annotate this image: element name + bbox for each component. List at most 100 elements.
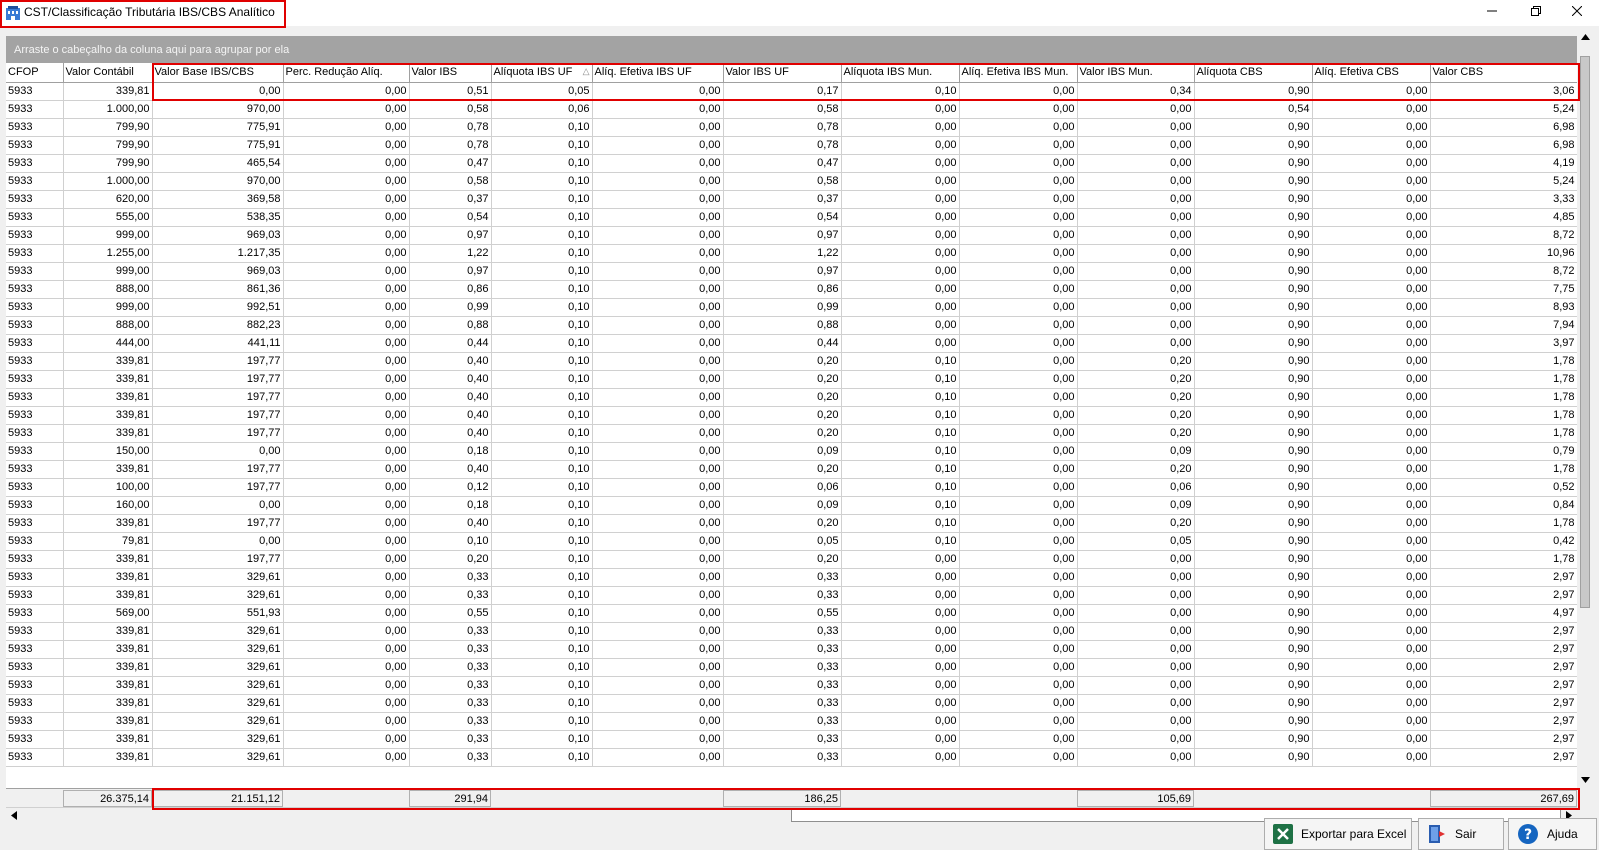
scroll-up-button[interactable]: [1577, 28, 1593, 45]
total-valor-cbs: 267,69: [1430, 790, 1577, 807]
table-row[interactable]: 5933 888,00 861,36 0,00 0,86 0,10 0,00 0,86 0,00…: [6, 280, 1577, 299]
table-row[interactable]: 5933 339,81 329,61 0,00 0,33 0,10 0,00 0,33 0,00…: [6, 586, 1577, 605]
table-cell: 0,40: [409, 352, 492, 371]
table-cell: 0,00: [592, 172, 724, 191]
table-row[interactable]: 5933 1.000,00 970,00 0,00 0,58 0,10 0,00 0,58 0,…: [6, 172, 1577, 191]
vertical-scroll-thumb[interactable]: [1580, 56, 1590, 608]
column-header[interactable]: Alíq. Efetiva CBS: [1312, 63, 1431, 83]
table-cell: 0,00: [152, 82, 284, 101]
table-row[interactable]: 5933 339,81 197,77 0,00 0,40 0,10 0,00 0,20 0,10…: [6, 352, 1577, 371]
close-icon: [1572, 6, 1582, 16]
table-row[interactable]: 5933 339,81 197,77 0,00 0,40 0,10 0,00 0,20 0,10…: [6, 388, 1577, 407]
table-cell: 2,97: [1430, 568, 1577, 587]
table-row[interactable]: 5933 339,81 329,61 0,00 0,33 0,10 0,00 0,33 0,00…: [6, 676, 1577, 695]
table-row[interactable]: 5933 339,81 329,61 0,00 0,33 0,10 0,00 0,33 0,00…: [6, 730, 1577, 749]
table-row[interactable]: 5933 339,81 329,61 0,00 0,33 0,10 0,00 0,33 0,00…: [6, 748, 1577, 767]
table-cell: 0,10: [491, 370, 593, 389]
table-row[interactable]: 5933 888,00 882,23 0,00 0,88 0,10 0,00 0,88 0,00…: [6, 316, 1577, 335]
table-cell: 0,33: [409, 748, 492, 767]
column-header[interactable]: Alíquota IBS UF △: [491, 63, 593, 83]
column-header[interactable]: CFOP: [6, 63, 64, 83]
table-row[interactable]: 5933 150,00 0,00 0,00 0,18 0,10 0,00 0,09 0,10 0,…: [6, 442, 1577, 461]
table-cell: 0,20: [1077, 460, 1195, 479]
restore-button[interactable]: [1514, 0, 1558, 22]
table-row[interactable]: 5933 339,81 329,61 0,00 0,33 0,10 0,00 0,33 0,00…: [6, 568, 1577, 587]
table-row[interactable]: 5933 160,00 0,00 0,00 0,18 0,10 0,00 0,09 0,10 0,…: [6, 496, 1577, 515]
column-header[interactable]: Alíq. Efetiva IBS Mun.: [959, 63, 1078, 83]
scroll-down-button[interactable]: [1577, 771, 1593, 788]
table-cell: 0,33: [409, 712, 492, 731]
table-cell: 0,00: [283, 370, 410, 389]
table-row[interactable]: 5933 569,00 551,93 0,00 0,55 0,10 0,00 0,55 0,00…: [6, 604, 1577, 623]
table-cell: 1.255,00: [63, 244, 153, 263]
table-row[interactable]: 5933 444,00 441,11 0,00 0,44 0,10 0,00 0,44 0,00…: [6, 334, 1577, 353]
table-row[interactable]: 5933 339,81 329,61 0,00 0,33 0,10 0,00 0,33 0,00…: [6, 640, 1577, 659]
table-cell: 0,00: [1077, 118, 1195, 137]
table-row[interactable]: 5933 339,81 197,77 0,00 0,40 0,10 0,00 0,20 0,10…: [6, 424, 1577, 443]
table-row[interactable]: 5933 620,00 369,58 0,00 0,37 0,10 0,00 0,37 0,00…: [6, 190, 1577, 209]
table-row[interactable]: 5933 339,81 197,77 0,00 0,40 0,10 0,00 0,20 0,10…: [6, 370, 1577, 389]
table-cell: 0,00: [841, 226, 960, 245]
table-cell: 5933: [6, 370, 64, 389]
table-cell: 0,10: [491, 334, 593, 353]
scroll-left-button[interactable]: [6, 807, 22, 824]
table-cell: 4,97: [1430, 604, 1577, 623]
table-row[interactable]: 5933 999,00 969,03 0,00 0,97 0,10 0,00 0,97 0,00…: [6, 226, 1577, 245]
table-cell: 0,00: [959, 262, 1078, 281]
table-cell: 0,00: [592, 406, 724, 425]
table-cell: 0,10: [491, 406, 593, 425]
column-header[interactable]: Valor IBS UF: [723, 63, 842, 83]
group-by-panel[interactable]: Arraste o cabeçalho da coluna aqui para …: [6, 36, 1577, 63]
table-row[interactable]: 5933 339,81 329,61 0,00 0,33 0,10 0,00 0,33 0,00…: [6, 622, 1577, 641]
table-row[interactable]: 5933 999,00 992,51 0,00 0,99 0,10 0,00 0,99 0,00…: [6, 298, 1577, 317]
table-cell: 0,40: [409, 388, 492, 407]
table-cell: 0,33: [409, 622, 492, 641]
column-header[interactable]: Alíquota IBS Mun.: [841, 63, 960, 83]
table-cell: 0,00: [1312, 262, 1431, 281]
table-cell: 0,00: [1077, 244, 1195, 263]
table-row[interactable]: 5933 799,90 775,91 0,00 0,78 0,10 0,00 0,78 0,00…: [6, 136, 1577, 155]
table-row[interactable]: 5933 339,81 0,00 0,00 0,51 0,05 0,00 0,17 0,10 0,…: [6, 82, 1577, 101]
help-button[interactable]: ? Ajuda: [1508, 818, 1597, 850]
table-cell: 0,00: [283, 442, 410, 461]
column-header[interactable]: Alíq. Efetiva IBS UF: [592, 63, 724, 83]
table-row[interactable]: 5933 339,81 197,77 0,00 0,40 0,10 0,00 0,20 0,10…: [6, 460, 1577, 479]
column-header[interactable]: Perc. Redução Alíq.: [283, 63, 410, 83]
column-header[interactable]: Valor Base IBS/CBS: [152, 63, 284, 83]
table-row[interactable]: 5933 799,90 775,91 0,00 0,78 0,10 0,00 0,78 0,00…: [6, 118, 1577, 137]
column-header[interactable]: Valor Contábil: [63, 63, 153, 83]
table-row[interactable]: 5933 339,81 329,61 0,00 0,33 0,10 0,00 0,33 0,00…: [6, 712, 1577, 731]
table-row[interactable]: 5933 339,81 197,77 0,00 0,40 0,10 0,00 0,20 0,10…: [6, 514, 1577, 533]
table-row[interactable]: 5933 799,90 465,54 0,00 0,47 0,10 0,00 0,47 0,00…: [6, 154, 1577, 173]
table-cell: 329,61: [152, 712, 284, 731]
table-row[interactable]: 5933 100,00 197,77 0,00 0,12 0,10 0,00 0,06 0,10…: [6, 478, 1577, 497]
exit-button[interactable]: Sair: [1418, 818, 1504, 850]
close-button[interactable]: [1555, 0, 1599, 22]
table-cell: 8,72: [1430, 262, 1577, 281]
column-header[interactable]: Valor IBS: [409, 63, 492, 83]
table-cell: 0,00: [592, 136, 724, 155]
table-cell: 0,00: [959, 388, 1078, 407]
column-header[interactable]: Valor IBS Mun.: [1077, 63, 1195, 83]
table-cell: 0,33: [723, 640, 842, 659]
table-row[interactable]: 5933 339,81 197,77 0,00 0,20 0,10 0,00 0,20 0,00…: [6, 550, 1577, 569]
table-row[interactable]: 5933 999,00 969,03 0,00 0,97 0,10 0,00 0,97 0,00…: [6, 262, 1577, 281]
column-header[interactable]: Alíquota CBS: [1194, 63, 1313, 83]
table-cell: 5933: [6, 280, 64, 299]
table-cell: 0,00: [959, 442, 1078, 461]
table-cell: 0,97: [409, 226, 492, 245]
table-row[interactable]: 5933 79,81 0,00 0,00 0,10 0,10 0,00 0,05 0,10 0,0…: [6, 532, 1577, 551]
table-row[interactable]: 5933 555,00 538,35 0,00 0,54 0,10 0,00 0,54 0,00…: [6, 208, 1577, 227]
column-header[interactable]: Valor CBS: [1430, 63, 1577, 83]
table-cell: 0,33: [723, 730, 842, 749]
table-cell: 0,00: [283, 172, 410, 191]
table-row[interactable]: 5933 1.255,00 1.217,35 0,00 1,22 0,10 0,00 1,22…: [6, 244, 1577, 263]
table-row[interactable]: 5933 339,81 197,77 0,00 0,40 0,10 0,00 0,20 0,10…: [6, 406, 1577, 425]
table-cell: 0,97: [409, 262, 492, 281]
table-row[interactable]: 5933 339,81 329,61 0,00 0,33 0,10 0,00 0,33 0,00…: [6, 658, 1577, 677]
table-row[interactable]: 5933 339,81 329,61 0,00 0,33 0,10 0,00 0,33 0,00…: [6, 694, 1577, 713]
data-grid[interactable]: CFOP Valor Contábil Valor Base IBS/CBS Perc…: [6, 63, 1577, 788]
export-excel-button[interactable]: Exportar para Excel: [1264, 818, 1412, 850]
table-row[interactable]: 5933 1.000,00 970,00 0,00 0,58 0,06 0,00 0,58 0,…: [6, 100, 1577, 119]
minimize-button[interactable]: [1470, 0, 1514, 22]
